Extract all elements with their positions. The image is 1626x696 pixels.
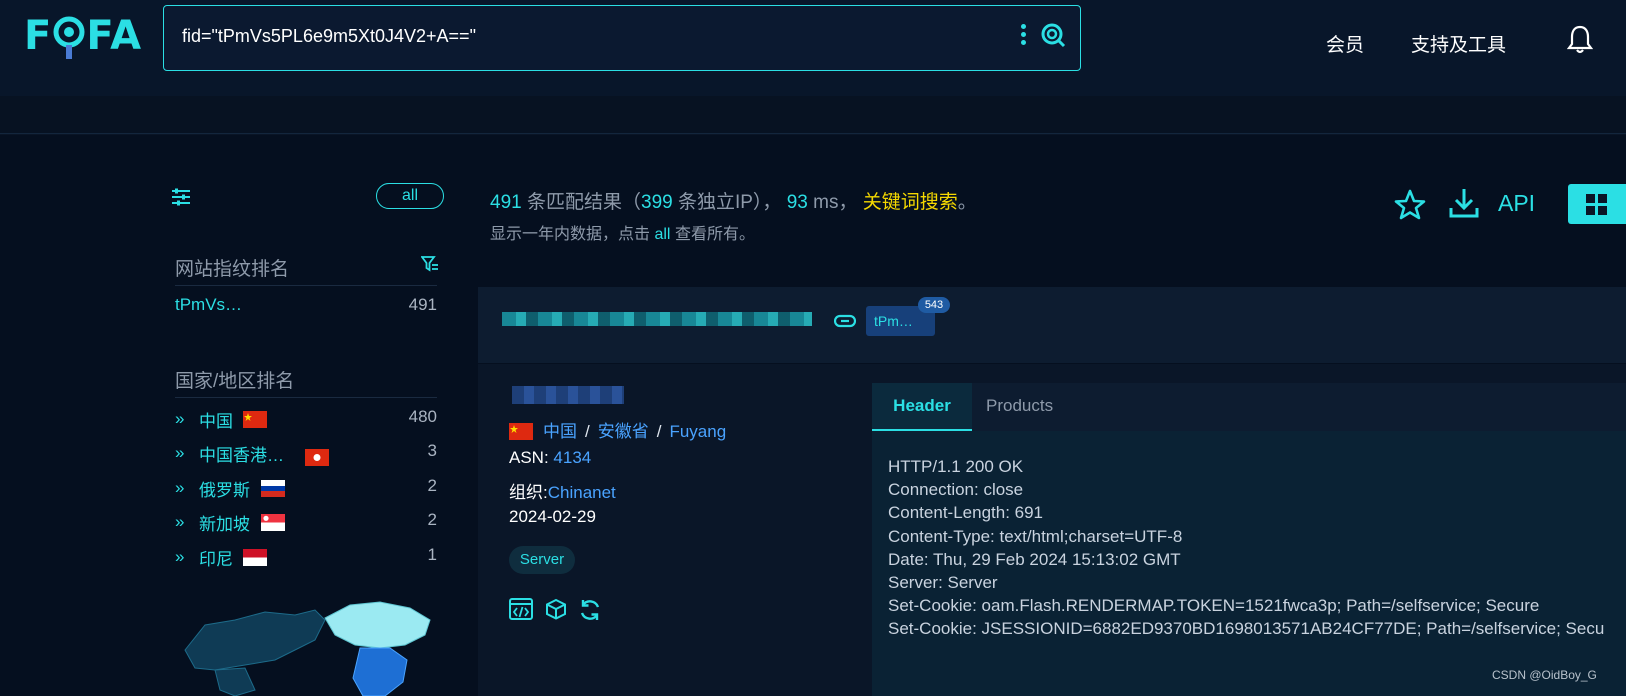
- watermark: CSDN @OidBoy_G: [1492, 668, 1597, 682]
- link-icon[interactable]: [834, 314, 856, 328]
- world-map: [184, 601, 431, 696]
- location-country[interactable]: 中国: [543, 422, 577, 441]
- flag-hk-icon: [305, 449, 329, 466]
- header-line: Server: Server: [888, 573, 998, 592]
- code-icon[interactable]: [509, 598, 533, 620]
- location-city[interactable]: Fuyang: [669, 422, 726, 441]
- refresh-icon[interactable]: [578, 598, 602, 622]
- star-icon[interactable]: [1393, 188, 1427, 222]
- asn-label: ASN:: [509, 448, 549, 467]
- asn-link[interactable]: 4134: [553, 448, 591, 467]
- note-prefix: 显示一年内数据，点击: [490, 226, 651, 243]
- result-date: 2024-02-29: [509, 507, 596, 526]
- header-line: HTTP/1.1 200 OK: [888, 457, 1024, 476]
- more-options-icon[interactable]: [1018, 22, 1028, 52]
- country-ranking-title: 国家/地区排名: [175, 371, 295, 392]
- country-item-id[interactable]: » 印尼 1: [175, 545, 437, 571]
- double-chevron-icon: »: [175, 409, 185, 428]
- keyword-search-link[interactable]: 关键词搜索: [863, 192, 958, 213]
- org-link[interactable]: Chinanet: [548, 483, 616, 502]
- country-name[interactable]: 印尼: [199, 545, 233, 570]
- country-item-ru[interactable]: » 俄罗斯 2: [175, 476, 437, 502]
- fingerprint-ranking-title: 网站指纹排名: [175, 259, 290, 280]
- flag-cn-icon: [243, 411, 267, 428]
- country-count: 1: [427, 545, 437, 564]
- header-line: Content-Length: 691: [888, 503, 1044, 522]
- sub-header: [0, 96, 1626, 134]
- note-suffix: 查看所有。: [674, 226, 755, 243]
- double-chevron-icon: »: [175, 443, 185, 462]
- nav-member[interactable]: 会员: [1326, 30, 1364, 57]
- flag-ru-icon: [261, 480, 285, 497]
- header-line: Set-Cookie: JSESSIONID=6882ED9370BD16980…: [888, 619, 1605, 638]
- country-count: 3: [427, 441, 437, 460]
- ms-label: ms，: [813, 192, 858, 213]
- header-line: Set-Cookie: oam.Flash.RENDERMAP.TOKEN=15…: [888, 596, 1540, 615]
- all-button[interactable]: all: [376, 183, 444, 209]
- tab-header[interactable]: Header: [872, 383, 972, 431]
- country-count: 480: [408, 407, 437, 426]
- grid-view-button[interactable]: [1568, 184, 1626, 224]
- fingerprint-count: 491: [408, 295, 437, 314]
- logo-o-mark: [52, 10, 86, 62]
- matches-label: 条匹配结果（: [526, 192, 641, 213]
- fingerprint-tag-count: 543: [918, 297, 950, 313]
- redacted-host[interactable]: [502, 312, 812, 326]
- fingerprint-name[interactable]: tPmVs…: [175, 295, 242, 315]
- nav-tools[interactable]: 支持及工具: [1411, 30, 1506, 57]
- flag-cn-icon: [509, 423, 533, 440]
- country-name[interactable]: 中国香港…: [199, 441, 284, 466]
- total-count: 491: [490, 192, 522, 213]
- redacted-ip[interactable]: [512, 386, 624, 404]
- asn-row: ASN: 4134: [509, 448, 591, 468]
- double-chevron-icon: »: [175, 478, 185, 497]
- server-tag[interactable]: Server: [509, 546, 575, 574]
- org-label: 组织:: [509, 483, 548, 502]
- country-name[interactable]: 中国: [199, 407, 233, 432]
- double-chevron-icon: »: [175, 547, 185, 566]
- cube-icon[interactable]: [545, 598, 567, 620]
- country-name[interactable]: 俄罗斯: [199, 476, 250, 501]
- filter-funnel-icon[interactable]: [421, 256, 439, 272]
- country-item-sg[interactable]: » 新加坡 2: [175, 510, 437, 536]
- org-row: 组织:Chinanet: [509, 478, 616, 503]
- country-item-cn[interactable]: » 中国 480: [175, 407, 437, 433]
- divider: [175, 285, 437, 286]
- tab-products[interactable]: Products: [986, 383, 1053, 431]
- location-province[interactable]: 安徽省: [598, 422, 649, 441]
- query-time: 93: [786, 192, 808, 213]
- location: 中国 / 安徽省 / Fuyang: [509, 417, 726, 442]
- header-line: Connection: close: [888, 480, 1024, 499]
- fingerprint-item[interactable]: tPmVs… 491: [175, 295, 437, 321]
- settings-sliders-icon[interactable]: [171, 187, 191, 207]
- flag-sg-icon: [261, 514, 285, 531]
- search-input[interactable]: fid="tPmVs5PL6e9m5Xt0J4V2+A==": [182, 26, 476, 47]
- api-button[interactable]: API: [1498, 190, 1535, 217]
- double-chevron-icon: »: [175, 512, 185, 531]
- download-icon[interactable]: [1447, 186, 1481, 220]
- period: 。: [957, 192, 977, 213]
- separator: /: [656, 422, 662, 441]
- header-line: Content-Type: text/html;charset=UTF-8: [888, 527, 1183, 546]
- fofa-logo[interactable]: F FA: [24, 10, 142, 62]
- country-count: 2: [427, 510, 437, 529]
- search-box[interactable]: fid="tPmVs5PL6e9m5Xt0J4V2+A==": [163, 5, 1081, 71]
- divider: [175, 397, 437, 398]
- search-icon[interactable]: [1040, 22, 1066, 48]
- country-name[interactable]: 新加坡: [199, 510, 250, 535]
- result-stats: 491 条匹配结果（399 条独立IP）， 93 ms， 关键词搜索。: [490, 187, 977, 214]
- header-line: Date: Thu, 29 Feb 2024 15:13:02 GMT: [888, 550, 1181, 569]
- unique-ip-label: 条独立IP），: [677, 192, 782, 213]
- separator: /: [585, 422, 590, 441]
- country-item-hk[interactable]: » 中国香港… 3: [175, 441, 437, 467]
- unique-ip-count: 399: [641, 192, 673, 213]
- flag-id-icon: [243, 549, 267, 566]
- bell-icon[interactable]: [1567, 24, 1593, 54]
- http-header-panel: HTTP/1.1 200 OK Connection: close Conten…: [872, 431, 1626, 696]
- result-note: 显示一年内数据，点击 all 查看所有。: [490, 220, 755, 244]
- grid-icon: [1586, 194, 1607, 215]
- note-all-link[interactable]: all: [654, 226, 670, 243]
- country-count: 2: [427, 476, 437, 495]
